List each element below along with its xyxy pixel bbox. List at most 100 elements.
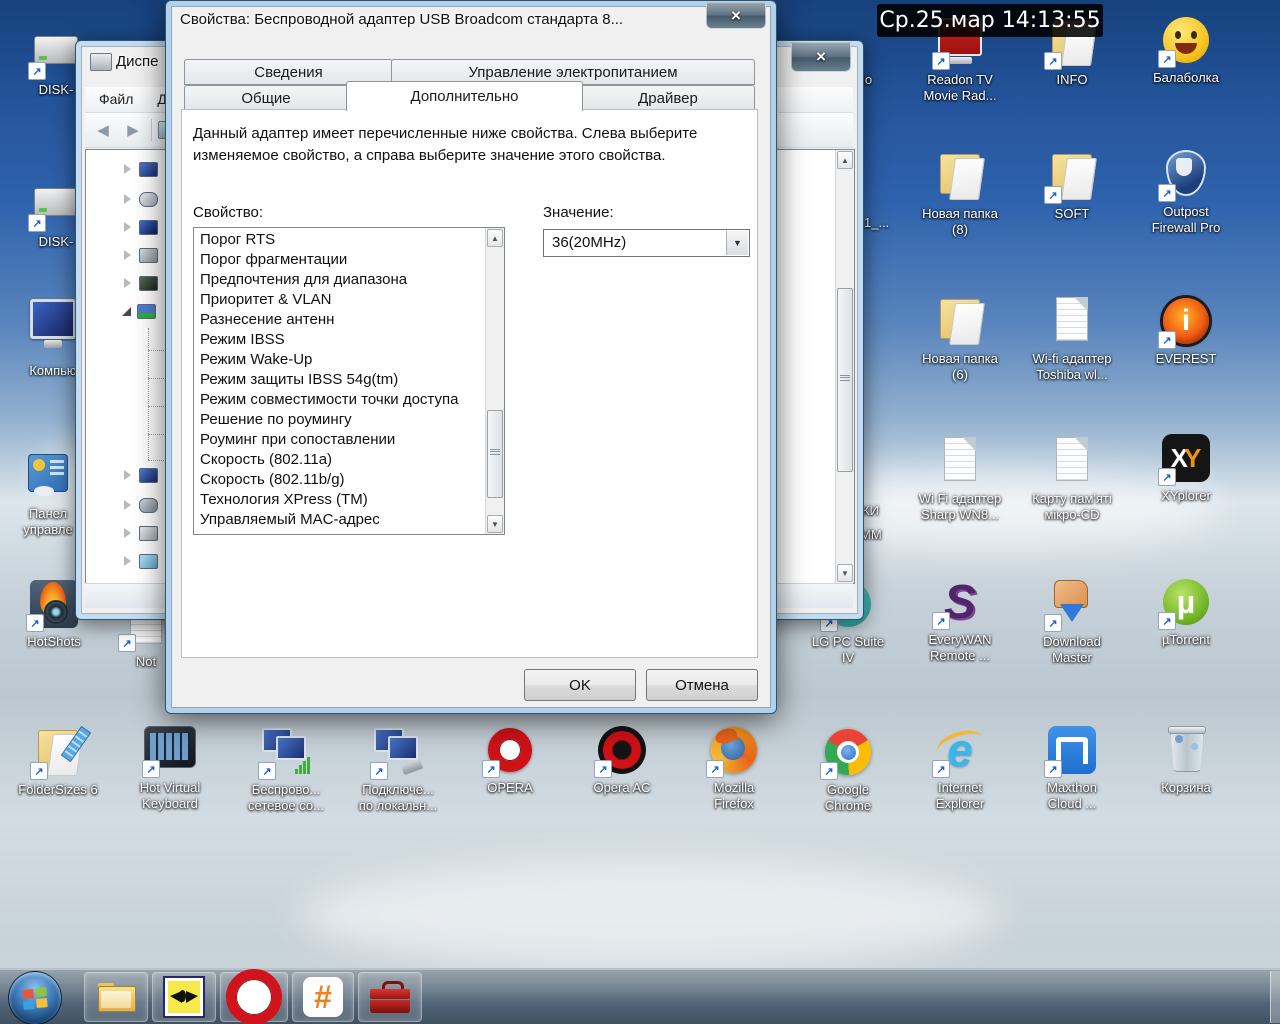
property-listbox[interactable]: Порог RTS Порог фрагментации Предпочтени…: [193, 227, 505, 535]
desktop-icon-memory-card[interactable]: Карту пам'яті мікро-CD: [1024, 435, 1120, 523]
desktop-icon-soft[interactable]: ↗ SOFT: [1024, 150, 1120, 222]
scrollbar-thumb[interactable]: [837, 288, 853, 472]
desktop-icon-wireless-connection[interactable]: ↗ Беспрово... сетевое со...: [238, 726, 334, 814]
collapse-icon[interactable]: [124, 470, 131, 480]
shortcut-arrow-icon: ↗: [1044, 52, 1062, 70]
taskbar[interactable]: # RU ? ▼ 71 65: [0, 968, 1280, 1024]
desktop-icon-outpost[interactable]: ↗ Outpost Firewall Pro: [1138, 148, 1234, 236]
desktop-icon-firefox[interactable]: ↗ Mozilla Firefox: [686, 724, 782, 812]
desktop-icon-everest[interactable]: i ↗ EVEREST: [1138, 295, 1234, 367]
property-item[interactable]: Скорость (802.11b/g): [195, 470, 485, 490]
desktop-icon-recycle-bin[interactable]: Корзина: [1138, 724, 1234, 796]
scroll-up-icon[interactable]: ▲: [487, 229, 503, 247]
property-item[interactable]: Решение по роумингу: [195, 410, 485, 430]
listbox-scrollbar[interactable]: ▲ ▼: [485, 228, 504, 534]
collapse-icon[interactable]: [124, 528, 131, 538]
combobox-dropdown-button[interactable]: ▼: [726, 231, 748, 255]
start-button[interactable]: [8, 971, 62, 1024]
back-icon[interactable]: ◀: [91, 119, 115, 141]
scrollbar-thumb[interactable]: [487, 410, 503, 498]
property-item[interactable]: Режим защиты IBSS 54g(tm): [195, 370, 485, 390]
icon-label: Wi Fi адаптер: [918, 491, 1002, 506]
tab-general[interactable]: Общие: [184, 85, 348, 111]
property-item[interactable]: Роуминг при сопоставлении: [195, 430, 485, 450]
collapse-icon[interactable]: [124, 164, 131, 174]
taskbar-thebat-button[interactable]: [152, 972, 216, 1022]
scroll-down-icon[interactable]: ▼: [837, 564, 853, 582]
tree-node[interactable]: [124, 274, 158, 292]
tree-node-expanded[interactable]: [122, 302, 156, 320]
property-item[interactable]: Режим IBSS: [195, 330, 485, 350]
collapse-icon[interactable]: [124, 250, 131, 260]
close-button[interactable]: ×: [706, 2, 766, 29]
desktop-icon-hot-virtual-keyboard[interactable]: ↗ Hot Virtual Keyboard: [122, 724, 218, 812]
tree-node[interactable]: [124, 218, 158, 236]
desktop-icon-chrome[interactable]: ↗ Google Chrome: [800, 726, 896, 814]
tree-scrollbar[interactable]: ▲ ▼: [835, 150, 854, 583]
cancel-button[interactable]: Отмена: [646, 669, 758, 701]
desktop-icon-opera-ac[interactable]: ↗ Opera AC: [574, 724, 670, 796]
desktop-icon-wifi-sharp[interactable]: Wi Fi адаптер Sharp WN8...: [912, 435, 1008, 523]
property-item[interactable]: Скорость (802.11a): [195, 450, 485, 470]
collapse-icon[interactable]: [124, 278, 131, 288]
desktop-icon-lan-connection[interactable]: ↗ Подключе... по локальн...: [350, 726, 446, 814]
desktop-icon-opera[interactable]: ↗ OPERA: [462, 724, 558, 796]
collapse-icon[interactable]: [124, 194, 131, 204]
property-item[interactable]: Приоритет & VLAN: [195, 290, 485, 310]
menu-file[interactable]: Файл: [99, 91, 133, 107]
tree-node[interactable]: [124, 160, 158, 178]
thumb-grip: [490, 449, 500, 455]
tree-node[interactable]: [124, 524, 158, 542]
close-button[interactable]: ×: [791, 42, 851, 72]
shortcut-arrow-icon: ↗: [26, 614, 44, 632]
taskbar-opera-button[interactable]: [220, 969, 288, 1024]
tree-node[interactable]: [124, 552, 158, 570]
scroll-up-icon[interactable]: ▲: [837, 151, 853, 169]
tree-node[interactable]: [124, 190, 158, 208]
property-item[interactable]: Предпочтения для диапазона: [195, 270, 485, 290]
tab-label: Управление электропитанием: [468, 63, 678, 81]
property-item[interactable]: Технология XPress (TM): [195, 490, 485, 510]
collapse-icon[interactable]: [124, 500, 131, 510]
desktop-icon-download-master[interactable]: ↗ Download Master: [1024, 578, 1120, 666]
ok-button[interactable]: OK: [524, 669, 636, 701]
desktop-icon-new-folder-6[interactable]: Новая папка (6): [912, 295, 1008, 383]
scroll-down-icon[interactable]: ▼: [487, 515, 503, 533]
desktop-icon-balabolka[interactable]: ↗ Балаболка: [1138, 14, 1234, 86]
property-item[interactable]: Порог фрагментации: [195, 250, 485, 270]
property-item[interactable]: Управляемый MAC-адрес: [195, 510, 485, 530]
shortcut-arrow-icon: ↗: [28, 62, 46, 80]
adapter-properties-dialog[interactable]: Свойства: Беспроводной адаптер USB Broad…: [165, 0, 777, 714]
button-label: Отмена: [675, 676, 729, 694]
forward-icon[interactable]: ▶: [121, 119, 145, 141]
tree-node[interactable]: [124, 466, 158, 484]
property-item[interactable]: Режим совместимости точки доступа: [195, 390, 485, 410]
desktop-icon-xyplorer[interactable]: XY ↗ XYplorer: [1138, 432, 1234, 504]
icon-label: Remote ...: [930, 648, 990, 663]
show-desktop-button[interactable]: [1270, 971, 1280, 1023]
property-item[interactable]: Разнесение антенн: [195, 310, 485, 330]
property-item[interactable]: Порог RTS: [195, 230, 485, 250]
desktop-icon-wifi-toshiba[interactable]: Wi-fi адаптер Toshiba wl...: [1024, 295, 1120, 383]
tab-driver[interactable]: Драйвер: [581, 85, 755, 111]
desktop-icon-maxthon[interactable]: ↗ Maxthon Cloud ...: [1024, 724, 1120, 812]
clock-overlay: Ср.25.мар 14:13:55: [877, 4, 1103, 37]
desktop-icon-foldersizes[interactable]: ↗ FolderSizes 6: [10, 725, 106, 798]
expand-icon[interactable]: [122, 306, 131, 316]
property-item[interactable]: Режим Wake-Up: [195, 350, 485, 370]
tab-advanced-active[interactable]: Дополнительно: [346, 81, 583, 111]
desktop-icon-internet-explorer[interactable]: e ↗ Internet Explorer: [912, 724, 1008, 812]
tree-node[interactable]: [124, 496, 158, 514]
dialog-description: Данный адаптер имеет перечисленные ниже …: [193, 125, 698, 164]
collapse-icon[interactable]: [124, 556, 131, 566]
tree-node[interactable]: [124, 246, 158, 264]
desktop-icon-new-folder-8[interactable]: Новая папка (8): [912, 150, 1008, 238]
taskbar-explorer-button[interactable]: [84, 972, 148, 1022]
desktop-icon-everywan[interactable]: S ↗ EveryWAN Remote ...: [912, 576, 1008, 664]
collapse-icon[interactable]: [124, 222, 131, 232]
taskbar-toolbox-button[interactable]: [358, 972, 422, 1022]
taskbar-hash-app-button[interactable]: #: [292, 972, 354, 1022]
device-icon: [139, 525, 158, 541]
desktop-icon-utorrent[interactable]: µ ↗ µTorrent: [1138, 576, 1234, 648]
value-combobox[interactable]: 36(20MHz) ▼: [543, 229, 750, 257]
